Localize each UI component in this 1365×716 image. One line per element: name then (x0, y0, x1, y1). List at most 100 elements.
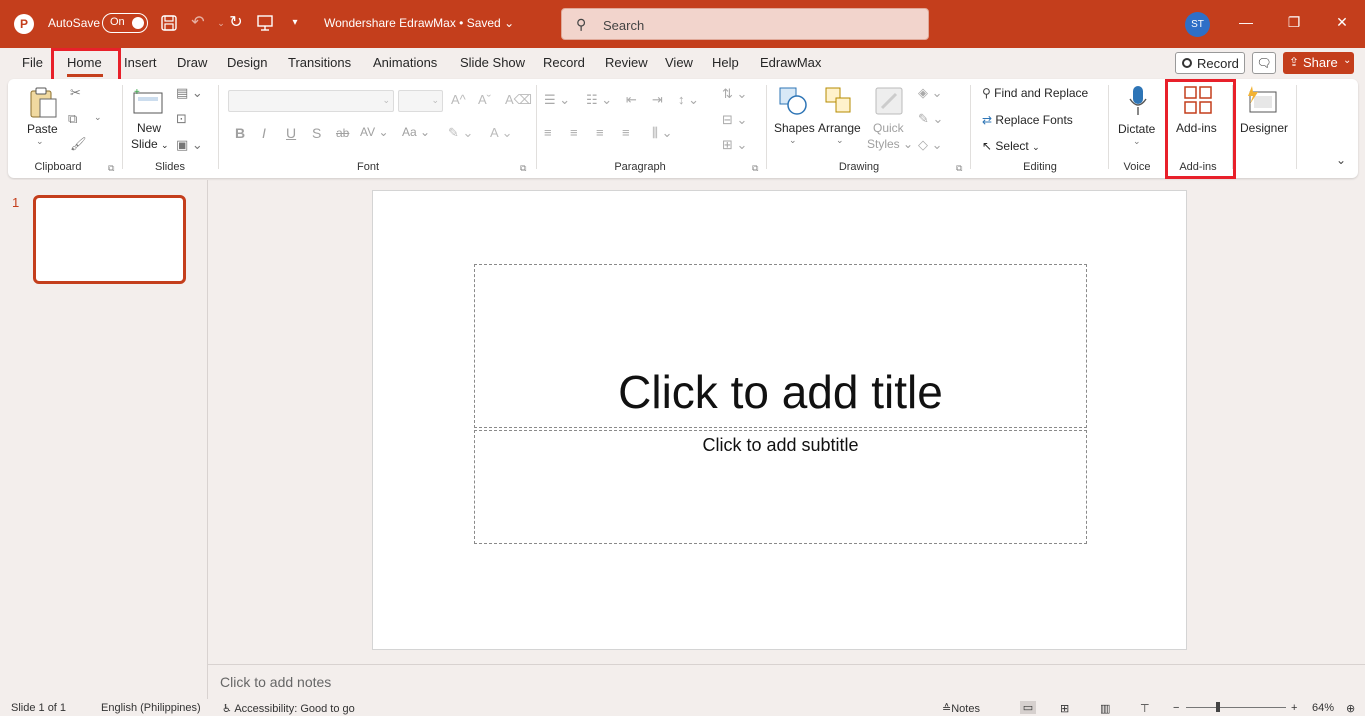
dictate-button[interactable]: Dictate (1118, 122, 1155, 136)
dialog-launcher-icon[interactable]: ⧉ (108, 163, 114, 174)
text-direction-icon[interactable]: ⇅ ⌄ (722, 86, 747, 102)
tab-animations[interactable]: Animations (373, 55, 437, 70)
title-placeholder[interactable]: Click to add title (474, 264, 1087, 428)
tab-help[interactable]: Help (712, 55, 739, 70)
justify-icon[interactable]: ≡ (622, 125, 630, 140)
present-icon[interactable] (256, 14, 274, 32)
save-icon[interactable] (160, 14, 178, 32)
clear-formatting-icon[interactable]: A⌫ (505, 92, 532, 108)
quick-styles-icon[interactable] (874, 86, 904, 119)
tab-edrawmax[interactable]: EdrawMax (760, 55, 821, 70)
search-input[interactable]: ⚲ Search (561, 8, 929, 40)
paste-icon[interactable] (28, 87, 58, 122)
arrange-icon[interactable] (824, 86, 854, 119)
dialog-launcher-icon[interactable]: ⧉ (520, 163, 526, 174)
accessibility-status[interactable]: ♿ Accessibility: Good to go (222, 702, 355, 715)
subtitle-placeholder[interactable]: Click to add subtitle (474, 430, 1087, 544)
format-painter-icon[interactable]: 🖌 (70, 136, 87, 152)
reading-view-icon[interactable]: ▥ (1100, 702, 1110, 715)
increase-indent-icon[interactable]: ⇥ (652, 92, 663, 108)
quick-styles-label-1[interactable]: Quick (873, 121, 904, 135)
copy-icon[interactable]: ⧉ (68, 111, 77, 127)
zoom-in-icon[interactable]: + (1291, 702, 1297, 714)
redo-icon[interactable]: ↻ (227, 14, 245, 32)
font-family-select[interactable]: ⌄ (228, 90, 394, 112)
font-size-select[interactable]: ⌄ (398, 90, 443, 112)
close-icon[interactable]: ✕ (1332, 12, 1352, 32)
arrange-button[interactable]: Arrange (818, 121, 861, 135)
avatar[interactable]: ST (1185, 12, 1210, 37)
decrease-indent-icon[interactable]: ⇤ (626, 92, 637, 108)
font-color-icon[interactable]: A ⌄ (490, 125, 512, 141)
slide-sorter-icon[interactable]: ⊞ (1060, 702, 1069, 715)
microphone-icon[interactable] (1128, 85, 1148, 120)
collapse-ribbon-icon[interactable]: ⌄ (1336, 153, 1346, 167)
cut-icon[interactable]: ✂ (70, 85, 81, 101)
undo-icon[interactable]: ↶ (189, 14, 207, 32)
tab-transitions[interactable]: Transitions (288, 55, 351, 70)
document-title[interactable]: Wondershare EdrawMax • Saved ⌄ (324, 16, 514, 30)
zoom-slider[interactable] (1186, 707, 1286, 708)
shape-outline-icon[interactable]: ✎ ⌄ (918, 111, 943, 127)
chevron-down-icon[interactable]: ⌄ (36, 136, 44, 147)
tab-view[interactable]: View (665, 55, 693, 70)
dialog-launcher-icon[interactable]: ⧉ (752, 163, 758, 174)
columns-icon[interactable]: ⫼ ⌄ (652, 125, 673, 141)
reset-icon[interactable]: ⊡ (176, 111, 187, 127)
align-center-icon[interactable]: ≡ (570, 125, 578, 140)
line-spacing-icon[interactable]: ↕ ⌄ (678, 92, 699, 108)
new-slide-label-1[interactable]: New (137, 121, 161, 135)
chevron-down-icon[interactable]: ⌄ (1133, 136, 1141, 147)
quick-styles-button[interactable]: Styles ⌄ (867, 137, 913, 151)
find-and-replace-button[interactable]: ⚲ Find and Replace (982, 86, 1088, 100)
increase-font-icon[interactable]: A^ (451, 92, 466, 107)
shapes-icon[interactable] (778, 86, 808, 119)
bullets-icon[interactable]: ☰ ⌄ (544, 92, 570, 108)
shape-fill-icon[interactable]: ◈ ⌄ (918, 85, 943, 101)
dialog-launcher-icon[interactable]: ⧉ (956, 163, 962, 174)
chevron-down-icon[interactable]: ⌄ (836, 135, 844, 146)
align-right-icon[interactable]: ≡ (596, 125, 604, 140)
designer-icon[interactable] (1246, 86, 1278, 117)
numbering-icon[interactable]: ☷ ⌄ (586, 92, 612, 108)
language-status[interactable]: English (Philippines) (101, 702, 201, 714)
character-spacing-button[interactable]: AV ⌄ (360, 125, 389, 139)
tab-slide-show[interactable]: Slide Show (460, 55, 525, 70)
select-button[interactable]: ↖ Select ⌄ (982, 139, 1040, 153)
notes-toggle[interactable]: ≙Notes (942, 702, 980, 715)
layout-icon[interactable]: ▤ ⌄ (176, 85, 203, 101)
bold-button[interactable]: B (235, 125, 245, 141)
align-left-icon[interactable]: ≡ (544, 125, 552, 140)
maximize-icon[interactable]: ❐ (1284, 12, 1304, 32)
highlight-color-icon[interactable]: ✎ ⌄ (448, 125, 473, 141)
tab-draw[interactable]: Draw (177, 55, 207, 70)
italic-button[interactable]: I (262, 125, 266, 141)
record-button[interactable]: Record (1175, 52, 1245, 74)
chevron-down-icon[interactable]: ⌄ (789, 135, 797, 146)
tab-record[interactable]: Record (543, 55, 585, 70)
underline-button[interactable]: U (286, 125, 296, 141)
notes-pane[interactable]: Click to add notes (208, 664, 1365, 698)
decrease-font-icon[interactable]: Aˇ (478, 92, 491, 107)
zoom-out-icon[interactable]: − (1173, 702, 1179, 714)
replace-fonts-button[interactable]: ⇄ Replace Fonts (982, 113, 1073, 127)
shapes-button[interactable]: Shapes (774, 121, 815, 135)
autosave-toggle[interactable]: On (102, 13, 148, 33)
zoom-slider-thumb[interactable] (1216, 702, 1220, 712)
shadow-button[interactable]: S (312, 125, 321, 141)
smartart-icon[interactable]: ⊞ ⌄ (722, 137, 747, 153)
designer-button[interactable]: Designer (1240, 121, 1288, 135)
slideshow-view-icon[interactable]: ⊤ (1140, 702, 1150, 715)
tab-file[interactable]: File (22, 55, 43, 70)
zoom-level[interactable]: 64% (1312, 702, 1334, 714)
fit-to-window-icon[interactable]: ⊕ (1346, 702, 1355, 715)
chevron-down-icon[interactable]: ⌄ (94, 112, 102, 123)
slide-thumbnail[interactable] (33, 195, 186, 284)
tab-review[interactable]: Review (605, 55, 648, 70)
comments-button[interactable]: 🗨 (1252, 52, 1276, 74)
paste-button[interactable]: Paste (27, 122, 58, 136)
strikethrough-button[interactable]: ab (336, 126, 349, 140)
shape-effects-icon[interactable]: ◇ ⌄ (918, 137, 943, 153)
share-button[interactable]: ⇪ Share ⌄ (1283, 52, 1354, 74)
customize-toolbar-icon[interactable]: ▾ (286, 14, 304, 32)
